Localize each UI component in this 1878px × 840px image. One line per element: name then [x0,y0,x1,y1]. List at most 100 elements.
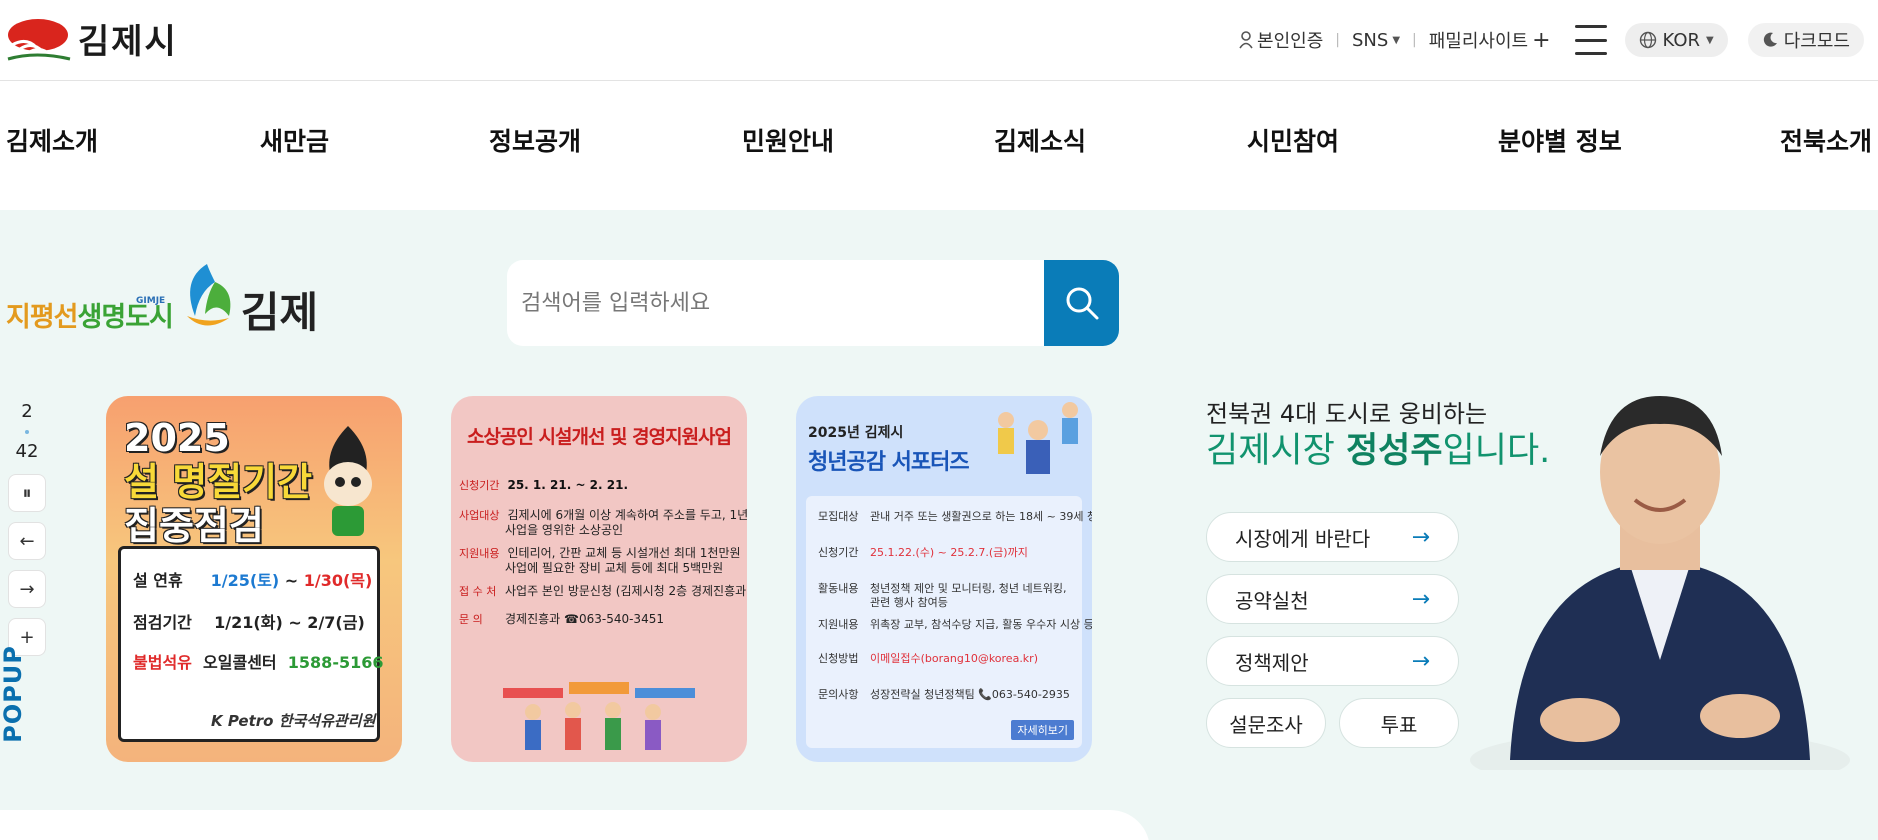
family-site-dropdown[interactable]: 패밀리사이트 + [1423,27,1557,53]
row-tag: 신청기간 [459,479,500,492]
mayor-name: 정성주 [1345,431,1443,471]
all-menu-button[interactable] [1574,25,1607,55]
language-label: KOR [1662,29,1701,51]
person-icon [1239,31,1253,49]
more-details-link[interactable]: 자세히보기 [1011,720,1074,740]
city-slogan: 지평선생명도시 GIMJE 김제 [6,260,318,334]
nav-item-info-disclosure[interactable]: 정보공개 [489,122,581,158]
pledge-button[interactable]: 공약실천 → [1206,574,1459,624]
row-tag: 사업대상 [459,509,500,522]
sns-dropdown[interactable]: SNS ▼ [1346,30,1406,51]
auth-link[interactable]: 본인인증 [1233,27,1329,53]
logo-sun-icon [7,18,71,60]
card-title: 소상공인 시설개선 및 경영지원사업 [466,426,732,448]
row-value: 25.1.22.(수) ~ 25.2.7.(금)까지 [870,546,1028,559]
card-row: 접 수 처 사업주 본인 방문신청 (김제시청 2층 경제진흥과) [459,584,747,599]
card-row: 지원내용 인테리어, 간판 교체 등 시설개선 최대 1천만원 [459,546,741,561]
row-tag: 접 수 처 [459,585,497,598]
search-icon [1066,287,1098,320]
caret-down-icon: ▼ [1392,34,1401,46]
nav-item-news[interactable]: 김제소식 [994,122,1086,158]
arrow-left-icon: ← [19,530,35,552]
row-text: 경제진흥과 ☎063-540-3451 [505,612,664,626]
card-row: 문의사항 성장전략실 청년정책팀 📞063-540-2935 [818,688,1070,702]
nav-item-field-info[interactable]: 분야별 정보 [1498,122,1622,158]
row-separator: ~ [279,571,304,590]
nav-item-civil-service[interactable]: 민원안내 [742,122,834,158]
row-text: 25. 1. 21. ~ 2. 21. [507,478,629,492]
popup-current-index: 2 [21,401,33,422]
row-text: 사업을 영위한 소상공인 [505,523,624,537]
card-row: 지원내용 위촉장 교부, 참석수당 지급, 활동 우수자 시상 등 [818,618,1092,632]
dark-mode-label: 다크모드 [1783,31,1850,52]
card-year: 2025 [124,416,230,460]
divider: | [1335,32,1340,48]
arrow-right-icon: → [19,578,35,600]
card-row: 신청기간 25.1.22.(수) ~ 25.2.7.(금)까지 [818,546,1028,560]
content-panel-top [0,810,1150,840]
card-title: 2025 설 명절기간 집중점검 [124,416,312,548]
row-text: 인테리어, 간판 교체 등 시설개선 최대 1천만원 [507,546,741,560]
hamburger-line [1574,38,1607,42]
nav-item-intro[interactable]: 김제소개 [6,122,98,158]
mayor-title-prefix: 김제시장 [1206,431,1346,471]
vote-button[interactable]: 투표 [1339,698,1459,748]
divider [25,430,29,434]
mayor-photo [1470,396,1850,770]
popup-card[interactable]: 2025년 김제시 청년공감 서포터즈 모집대상 관내 거주 또는 생활권으로 하… [796,396,1092,762]
row-key: 활동내용 [818,582,859,595]
caret-down-icon: ▼ [1706,34,1714,46]
sns-label: SNS [1352,29,1389,51]
popup-controls: 2 42 ⏸ ← → + [8,400,46,656]
card-sheet: 설 연휴 1/25(토) ~ 1/30(목) 점검기간 1/21(화) ~ 2/… [118,546,383,742]
row-text: 김제시에 6개월 이상 계속하여 주소를 두고, 1년 이상 [507,508,747,522]
button-label: 설문조사 [1229,712,1303,737]
button-label: 시장에게 바란다 [1235,526,1371,551]
card-title-line2: 집중점검 [124,504,264,548]
row-value: 이메일접수(borang10@korea.kr) [870,652,1038,665]
arrow-right-icon: → [1411,648,1430,674]
search-button[interactable] [1044,260,1119,346]
nav-item-jeonbuk[interactable]: 전북소개 [1780,122,1872,158]
button-label: 투표 [1380,712,1418,737]
dark-mode-toggle[interactable]: 다크모드 [1747,23,1864,57]
site-logo[interactable]: 김제시 [6,14,178,63]
nav-item-saemangeum[interactable]: 새만금 [260,122,329,158]
row-value: 1/25(토) [210,571,280,590]
popup-card[interactable]: 2025 설 명절기간 집중점검 설 연휴 1/25(토) ~ 1/30(목) … [106,396,402,762]
card-row: 신청방법 이메일접수(borang10@korea.kr) [818,652,1038,666]
language-dropdown[interactable]: KOR ▼ [1624,23,1728,57]
survey-button[interactable]: 설문조사 [1206,698,1326,748]
card-info-box: 모집대상 관내 거주 또는 생활권으로 하는 18세 ~ 39세 청년 신청기간 2… [806,496,1092,748]
hamburger-line [1574,25,1607,28]
card-row: 문 의 경제진흥과 ☎063-540-3451 [459,612,664,627]
popup-card[interactable]: 소상공인 시설개선 및 경영지원사업 신청기간 25. 1. 21. ~ 2. 2… [451,396,747,762]
logo-text: 김제시 [78,22,178,62]
ask-mayor-button[interactable]: 시장에게 바란다 → [1206,512,1459,562]
pause-button[interactable]: ⏸ [8,474,46,512]
row-key: 신청방법 [818,652,859,665]
next-button[interactable]: → [8,570,46,608]
search-input[interactable] [507,260,1044,346]
button-label: 정책제안 [1235,650,1309,675]
prev-button[interactable]: ← [8,522,46,560]
policy-proposal-button[interactable]: 정책제안 → [1206,636,1459,686]
plus-icon: + [1532,27,1551,53]
arrow-right-icon: → [1411,524,1430,550]
row-key: 신청기간 [818,546,859,559]
button-label: 공약실천 [1235,588,1309,613]
hero-section: 지평선생명도시 GIMJE 김제 2 42 ⏸ ← → + POPUP 2025… [0,210,1878,840]
mascot-icon [324,426,372,536]
slogan-english: GIMJE [136,296,166,306]
row-value: 청년정책 제안 및 모니터링, 청년 네트워킹, [870,582,1067,595]
row-value: 성장전략실 청년정책팀 📞063-540-2935 [870,688,1070,701]
slogan-life-city: 생명도시 [77,302,174,333]
slogan-brand: 김제 [240,288,319,337]
leaf-emblem-icon [186,264,231,326]
search-box [507,260,1119,346]
row-text: 사업주 본인 방문신청 (김제시청 2층 경제진흥과) [505,584,747,598]
card-row: 모집대상 관내 거주 또는 생활권으로 하는 18세 ~ 39세 청년 [818,510,1092,524]
nav-item-participation[interactable]: 시민참여 [1247,122,1339,158]
card-row: 사업에 필요한 장비 교체 등에 최대 5백만원 [459,561,723,576]
popup-label: POPUP [0,640,34,750]
